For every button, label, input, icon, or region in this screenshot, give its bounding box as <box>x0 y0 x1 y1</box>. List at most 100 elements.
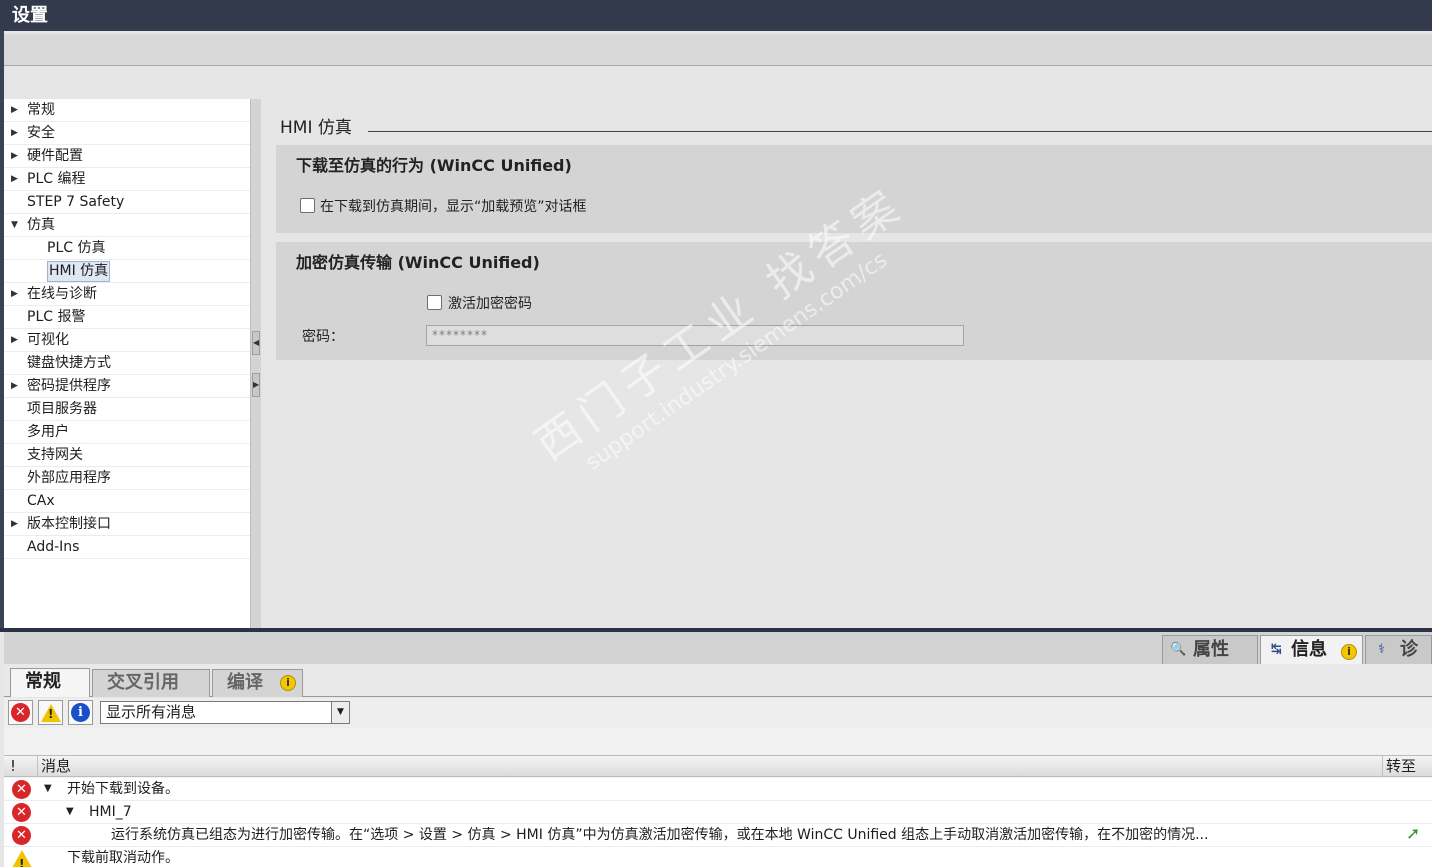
encrypted-transfer-section: 加密仿真传输 (WinCC Unified) 激活加密密码 密码： ******… <box>276 242 1432 360</box>
column-header-severity[interactable]: ! <box>4 756 38 777</box>
window-title-bar: 设置 <box>0 0 1432 31</box>
message-list: ! 消息 转至 ✕ ▼ 开始下载到设备。 ✕ ▼ HMI_7 ✕ 运行系统仿真已… <box>4 728 1432 867</box>
goto-arrow-icon[interactable]: ➚ <box>1406 826 1422 843</box>
filter-errors-button[interactable]: ✕ <box>8 700 33 725</box>
page-title: HMI 仿真 <box>280 118 352 138</box>
heading-divider <box>368 131 1432 132</box>
top-toolbar <box>4 34 1432 66</box>
tree-item-visualization[interactable]: ▶ 可视化 <box>4 329 250 352</box>
message-text: 下载前取消动作。 <box>67 850 179 866</box>
tree-item-support-gateway[interactable]: 支持网关 <box>4 444 250 467</box>
tree-item-label: PLC 编程 <box>27 171 86 187</box>
tree-item-plc-simulation[interactable]: PLC 仿真 <box>4 237 250 260</box>
inspector-tab-bar: 🔍 属性 ↹ 信息 i ⚕ 诊断 <box>4 632 1432 687</box>
subtab-general[interactable]: 常规 <box>10 668 90 697</box>
filter-info-button[interactable]: i <box>68 700 93 725</box>
collapse-arrow-icon[interactable]: ▼ <box>44 778 52 800</box>
section-title: 加密仿真传输 (WinCC Unified) <box>296 253 540 272</box>
tree-item-label: PLC 仿真 <box>47 240 106 256</box>
show-load-preview-checkbox[interactable] <box>300 198 315 213</box>
tree-item-add-ins[interactable]: Add-Ins <box>4 536 250 559</box>
settings-tree: ▶ 常规 ▶ 安全 ▶ 硬件配置 ▶ PLC 编程 STEP 7 Safety ▼ 仿真 … <box>4 99 250 629</box>
expand-arrow-icon[interactable]: ▶ <box>11 122 21 145</box>
chevron-down-icon[interactable]: ▼ <box>331 702 349 723</box>
tab-label: 信息 <box>1291 639 1327 660</box>
error-icon: ✕ <box>11 703 30 722</box>
message-text: 开始下载到设备。 <box>67 781 179 797</box>
tree-item-label: 多用户 <box>27 424 69 440</box>
error-icon: ✕ <box>12 803 31 822</box>
window-title: 设置 <box>12 5 48 26</box>
tree-item-label: 项目服务器 <box>27 401 97 417</box>
message-row[interactable]: ✕ ▼ HMI_7 <box>4 801 1432 824</box>
column-header-message[interactable]: 消息 <box>38 756 1383 777</box>
message-row[interactable]: ✕ ▼ 开始下载到设备。 <box>4 778 1432 801</box>
tree-item-label: CAx <box>27 493 55 509</box>
activate-encryption-checkbox[interactable] <box>427 295 442 310</box>
info-icon: i <box>71 703 90 722</box>
tree-item-external-apps[interactable]: 外部应用程序 <box>4 467 250 490</box>
subtab-cross-references[interactable]: 交叉引用 <box>92 669 210 697</box>
tree-item-label: 密码提供程序 <box>27 378 111 394</box>
tab-diagnostics[interactable]: ⚕ 诊断 <box>1365 635 1432 687</box>
tree-item-label: STEP 7 Safety <box>27 194 125 210</box>
tree-item-password-providers[interactable]: ▶ 密码提供程序 <box>4 375 250 398</box>
message-row[interactable]: ✕ 运行系统仿真已组态为进行加密传输。在“选项 > 设置 > 仿真 > HMI … <box>4 824 1432 847</box>
tree-item-keyboard-shortcuts[interactable]: 键盘快捷方式 <box>4 352 250 375</box>
tree-item-online-diagnostics[interactable]: ▶ 在线与诊断 <box>4 283 250 306</box>
collapse-left-icon[interactable]: ◀ <box>252 331 260 355</box>
checkbox-label[interactable]: 激活加密密码 <box>448 293 532 313</box>
tree-item-security[interactable]: ▶ 安全 <box>4 122 250 145</box>
expand-arrow-icon[interactable]: ▶ <box>11 145 21 168</box>
filter-warnings-button[interactable] <box>38 700 63 725</box>
column-header-goto[interactable]: 转至 <box>1383 756 1432 777</box>
message-text: 运行系统仿真已组态为进行加密传输。在“选项 > 设置 > 仿真 > HMI 仿真… <box>111 827 1209 843</box>
tree-item-label: 硬件配置 <box>27 148 83 164</box>
expand-arrow-icon[interactable]: ▶ <box>11 283 21 306</box>
tab-properties[interactable]: 🔍 属性 <box>1162 635 1258 664</box>
tree-item-simulation[interactable]: ▼ 仿真 <box>4 214 250 237</box>
message-text: HMI_7 <box>89 804 132 820</box>
expand-arrow-icon[interactable]: ▶ <box>11 168 21 191</box>
tree-item-label: 支持网关 <box>27 447 83 463</box>
tree-item-version-control[interactable]: ▶ 版本控制接口 <box>4 513 250 536</box>
collapse-arrow-icon[interactable]: ▼ <box>66 801 74 823</box>
expand-arrow-icon[interactable]: ▶ <box>11 99 21 122</box>
tree-item-project-server[interactable]: 项目服务器 <box>4 398 250 421</box>
tree-item-multiuser[interactable]: 多用户 <box>4 421 250 444</box>
expand-arrow-icon[interactable]: ▶ <box>11 375 21 398</box>
subtab-compile[interactable]: 编译 i <box>212 669 303 697</box>
checkbox-label[interactable]: 在下载到仿真期间，显示“加载预览”对话框 <box>320 196 587 216</box>
password-label: 密码： <box>302 329 344 345</box>
tree-item-label: 在线与诊断 <box>27 286 97 302</box>
expand-right-icon[interactable]: ▶ <box>252 373 260 397</box>
info-tab-icon: ↹ <box>1271 642 1282 657</box>
message-row[interactable]: 下载前取消动作。 <box>4 847 1432 867</box>
expand-arrow-icon[interactable]: ▶ <box>11 329 21 352</box>
error-icon: ✕ <box>12 826 31 845</box>
tree-item-label: 常规 <box>27 102 55 118</box>
download-behavior-section: 下载至仿真的行为 (WinCC Unified) 在下载到仿真期间，显示“加载预… <box>276 145 1432 233</box>
tree-item-label: 可视化 <box>27 332 69 348</box>
tree-item-step7-safety[interactable]: STEP 7 Safety <box>4 191 250 214</box>
tree-item-cax[interactable]: CAx <box>4 490 250 513</box>
expand-arrow-icon[interactable]: ▶ <box>11 513 21 536</box>
message-filter-dropdown[interactable]: 显示所有消息 ▼ <box>100 701 350 724</box>
settings-content: HMI 仿真 下载至仿真的行为 (WinCC Unified) 在下载到仿真期间… <box>262 99 1432 629</box>
error-icon: ✕ <box>12 780 31 799</box>
compile-info-icon: i <box>280 675 296 691</box>
tree-item-plc-programming[interactable]: ▶ PLC 编程 <box>4 168 250 191</box>
tree-item-hardware-config[interactable]: ▶ 硬件配置 <box>4 145 250 168</box>
tree-item-general[interactable]: ▶ 常规 <box>4 99 250 122</box>
tree-item-label: PLC 报警 <box>27 309 86 325</box>
tab-info[interactable]: ↹ 信息 i <box>1260 635 1363 664</box>
password-field[interactable]: ******** <box>426 325 964 346</box>
tree-item-hmi-simulation[interactable]: HMI 仿真 <box>4 260 250 283</box>
tree-item-label: 版本控制接口 <box>27 516 111 532</box>
panel-splitter[interactable]: ◀ ▶ <box>250 99 261 629</box>
info-badge-icon: i <box>1341 644 1357 660</box>
collapse-arrow-icon[interactable]: ▼ <box>11 214 21 237</box>
tree-item-plc-alarms[interactable]: PLC 报警 <box>4 306 250 329</box>
properties-icon: 🔍 <box>1170 642 1187 657</box>
info-subtab-bar: 常规 交叉引用 编译 i <box>4 664 1432 697</box>
